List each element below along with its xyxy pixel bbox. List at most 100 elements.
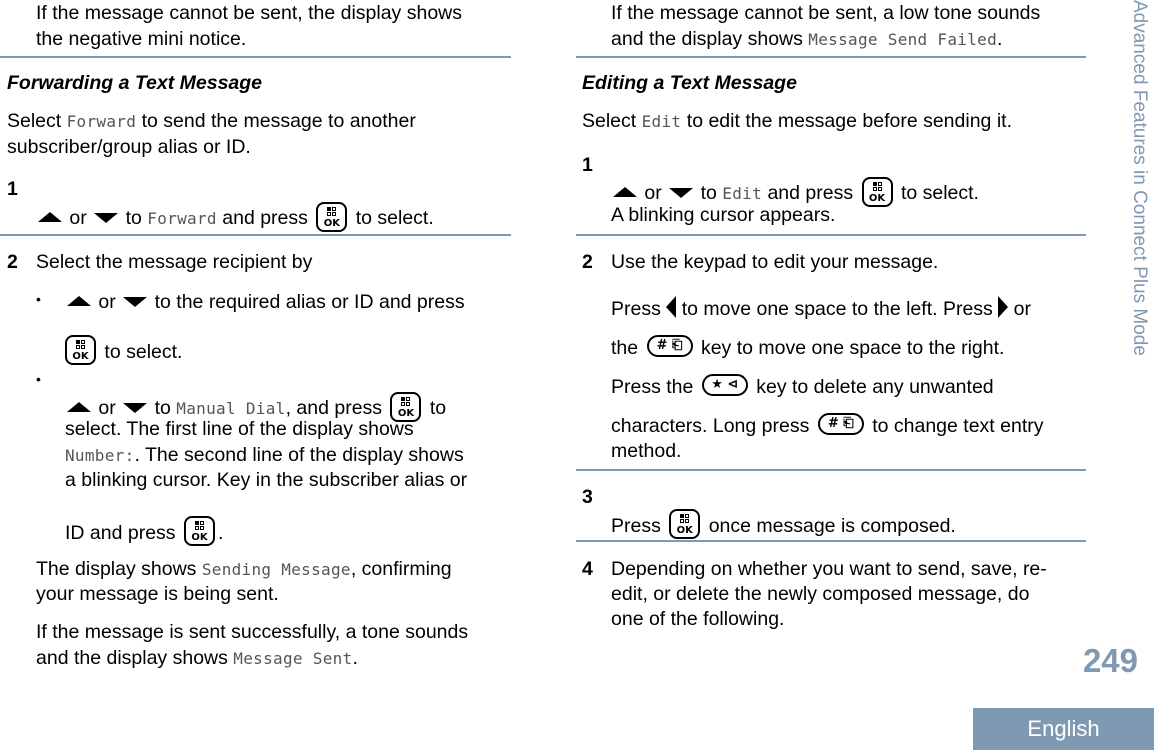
- section-description: Select Forward to send the message to an…: [7, 108, 416, 135]
- intro-line: If the message cannot be sent, a low ton…: [611, 2, 1041, 24]
- step-2-line: Press the ★ ⊲ key to delete any unwanted: [611, 373, 994, 400]
- text: to: [429, 397, 447, 419]
- intro-line: If the message cannot be sent, the displ…: [36, 2, 463, 24]
- divider: [576, 56, 1086, 58]
- text: and press: [222, 207, 308, 229]
- ok-key-label: OK: [868, 193, 886, 204]
- chapter-sidebar-title: Advanced Features in Connect Plus Mode: [1128, 0, 1152, 430]
- text: to select.: [355, 207, 434, 229]
- text: Press: [611, 298, 661, 320]
- text: Select: [7, 110, 67, 132]
- step-number: 2: [582, 251, 593, 273]
- step-2-line: Press to move one space to the left. Pre…: [611, 295, 1031, 322]
- text: to move one space to the left. Press: [681, 298, 993, 320]
- display-text: Number:: [65, 446, 135, 465]
- step-4-line: one of the following.: [611, 608, 785, 630]
- display-text: Forward: [147, 209, 217, 228]
- text: The display shows: [36, 558, 202, 580]
- result-text: If the message is sent successfully, a t…: [36, 621, 469, 643]
- text: .: [352, 647, 358, 669]
- text: to the required alias or ID and press: [154, 291, 465, 313]
- up-arrow-icon: [67, 401, 91, 412]
- display-text: Forward: [66, 112, 137, 131]
- up-arrow-icon: [67, 295, 91, 306]
- up-arrow-icon: [38, 211, 62, 222]
- bullet-2-text: select. The first line of the display sh…: [65, 418, 414, 440]
- down-arrow-icon: [123, 296, 148, 307]
- text: key to delete any unwanted: [756, 376, 994, 398]
- down-arrow-icon: [669, 187, 694, 198]
- right-arrow-icon: [998, 295, 1009, 318]
- bullet-2-text: a blinking cursor. Key in the subscriber…: [65, 469, 468, 491]
- bullet: •: [36, 291, 41, 307]
- display-text: Edit: [722, 184, 763, 203]
- text: or: [98, 291, 116, 313]
- ok-key-icon: OK: [65, 335, 96, 365]
- text: .: [217, 522, 224, 544]
- ok-key-label: OK: [323, 218, 340, 229]
- step-1-result: A blinking cursor appears.: [611, 204, 836, 226]
- text: to change text entry: [872, 415, 1044, 437]
- step-4-line: edit, or delete the newly composed messa…: [611, 583, 1030, 605]
- bullet-1-text: OK to select.: [62, 335, 182, 365]
- ok-key-icon: OK: [183, 516, 215, 546]
- hash-key-icon: # ⎗: [646, 334, 693, 357]
- up-arrow-icon: [613, 186, 637, 197]
- bullet-2-text: Number:. The second line of the display …: [65, 442, 464, 469]
- display-text: Message Send Failed: [808, 30, 998, 49]
- text: and the display shows: [36, 647, 234, 669]
- step-number: 4: [582, 558, 593, 580]
- step-2-line: method.: [611, 440, 682, 462]
- intro-line: the negative mini notice.: [36, 28, 247, 50]
- divider: [576, 540, 1086, 542]
- step-number: 3: [582, 486, 593, 508]
- text: and press: [767, 182, 854, 204]
- text: once message is composed.: [708, 515, 956, 537]
- text: or: [69, 207, 87, 229]
- section-heading: Editing a Text Message: [582, 72, 797, 94]
- ok-key-label: OK: [676, 525, 693, 536]
- result-text: The display shows Sending Message, confi…: [36, 556, 452, 583]
- bullet-1-text: or to the required alias or ID and press: [65, 289, 465, 315]
- divider: [0, 56, 511, 58]
- step-2-instruction: Select the message recipient by: [36, 251, 313, 273]
- text: .: [997, 28, 1003, 50]
- down-arrow-icon: [123, 402, 148, 413]
- text: to: [700, 182, 717, 204]
- ok-key-icon: OK: [669, 509, 701, 539]
- text: to: [125, 207, 142, 229]
- intro-line: and the display shows Message Send Faile…: [611, 26, 1002, 53]
- text: Press the: [611, 376, 694, 398]
- divider: [0, 234, 511, 236]
- step-3-instruction: Press OK once message is composed.: [611, 509, 956, 539]
- text: to send the message to another: [136, 110, 416, 132]
- result-text: your message is being sent.: [36, 583, 279, 605]
- left-arrow-icon: [666, 295, 677, 318]
- bullet-2-text: ID and press OK.: [65, 516, 223, 546]
- display-text: Message Sent: [233, 649, 353, 668]
- step-1-instruction: or to Forward and press OK to select.: [36, 202, 434, 232]
- text: to select.: [104, 341, 183, 363]
- section-description: Select Edit to edit the message before s…: [582, 108, 1012, 135]
- star-key-icon: ★ ⊲: [701, 373, 748, 396]
- language-tab: English: [973, 708, 1154, 750]
- text: or: [1013, 298, 1031, 320]
- down-arrow-icon: [94, 212, 119, 223]
- text: to edit the message before sending it.: [681, 110, 1012, 132]
- section-description: subscriber/group alias or ID.: [7, 136, 251, 158]
- text: key to move one space to the right.: [700, 337, 1005, 359]
- text: to select.: [900, 182, 979, 204]
- bullet: •: [36, 371, 41, 387]
- result-text: and the display shows Message Sent.: [36, 645, 358, 672]
- divider: [576, 234, 1086, 236]
- ok-key-label: OK: [72, 351, 89, 362]
- section-heading: Forwarding a Text Message: [7, 72, 263, 94]
- step-4-line: Depending on whether you want to send, s…: [611, 558, 1047, 580]
- text: and the display shows: [611, 28, 809, 50]
- chapter-title-text: Advanced Features in Connect Plus Mode: [1129, 0, 1150, 356]
- text: ID and press: [65, 522, 176, 544]
- ok-key-label: OK: [191, 532, 208, 543]
- step-2-instruction: Use the keypad to edit your message.: [611, 251, 939, 273]
- text: , confirming: [350, 558, 452, 580]
- text: . The second line of the display shows: [134, 444, 464, 466]
